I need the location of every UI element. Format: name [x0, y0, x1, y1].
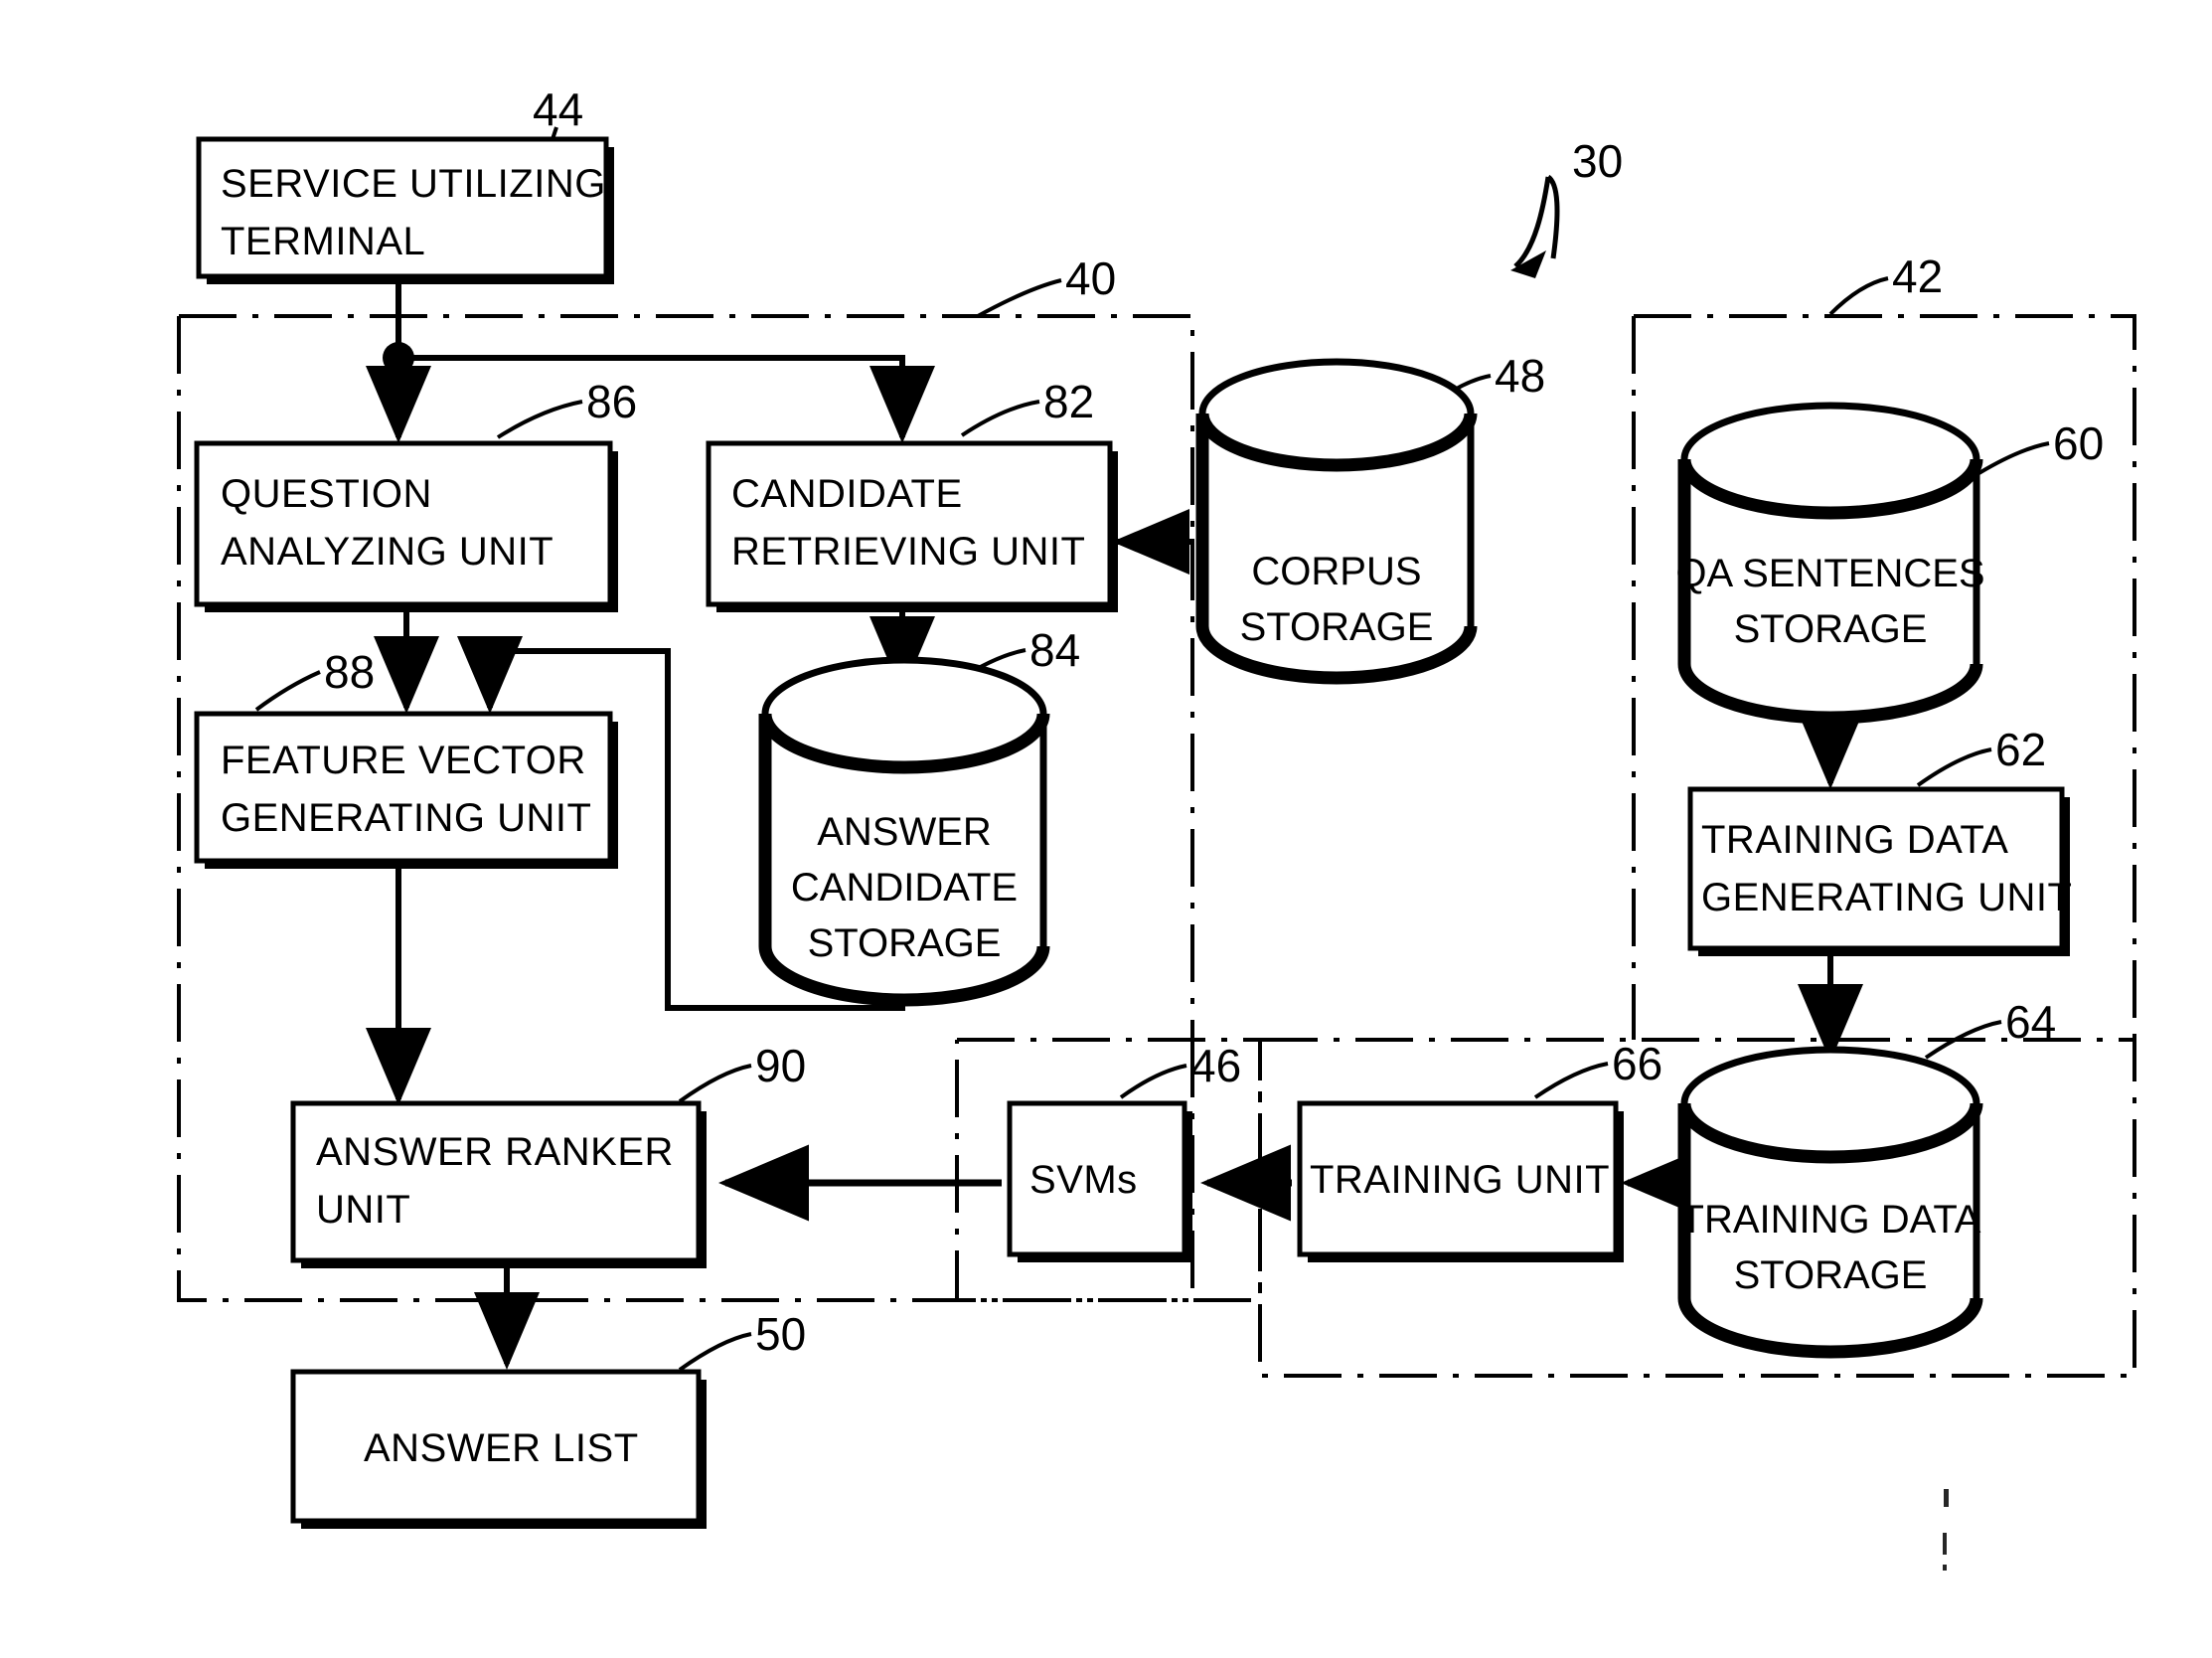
- block-candidate-retrieving-unit[interactable]: [706, 440, 1118, 612]
- ref-number-88: 88: [324, 646, 375, 698]
- ref-number-66: 66: [1612, 1038, 1662, 1089]
- leader-66: [1533, 1062, 1609, 1099]
- label-training-data-generating-unit-line1: TRAINING DATA: [1701, 818, 2008, 862]
- label-candidate-retrieving-unit-line2: RETRIEVING UNIT: [731, 530, 1085, 574]
- label-question-analyzing-unit-line1: QUESTION: [221, 472, 432, 516]
- label-answer-ranker-unit-line2: UNIT: [316, 1188, 410, 1232]
- block-answer-ranker-unit[interactable]: [290, 1100, 707, 1268]
- ref-number-82: 82: [1043, 376, 1094, 427]
- label-candidate-retrieving-unit-line1: CANDIDATE: [731, 472, 963, 516]
- block-training-data-generating-unit[interactable]: [1687, 786, 2070, 956]
- block-feature-vector-generating-unit[interactable]: [194, 711, 618, 869]
- ref-number-40: 40: [1065, 252, 1116, 304]
- link-junction-candidate: [398, 355, 935, 443]
- scan-artifact: [1943, 1489, 1949, 1571]
- label-answer-list: ANSWER LIST: [364, 1426, 639, 1470]
- label-corpus-storage-line1: CORPUS: [1251, 550, 1421, 593]
- ref-number-50: 50: [755, 1308, 806, 1360]
- label-answer-candidate-storage-line2: CANDIDATE: [791, 866, 1018, 910]
- label-qa-sentences-storage-line1: QA SENTENCES: [1675, 552, 1984, 595]
- ref-number-60: 60: [2053, 417, 2104, 469]
- leader-46: [1119, 1064, 1187, 1099]
- leader-42: [1828, 276, 1889, 316]
- leader-82: [960, 400, 1040, 437]
- label-feature-vector-generating-unit-line1: FEATURE VECTOR: [221, 739, 586, 782]
- ref-number-42: 42: [1892, 250, 1943, 302]
- block-question-analyzing-unit[interactable]: [194, 440, 618, 612]
- label-feature-vector-generating-unit-line2: GENERATING UNIT: [221, 796, 591, 840]
- label-answer-candidate-storage-line1: ANSWER: [817, 810, 992, 854]
- ref-number-90: 90: [755, 1040, 806, 1091]
- label-service-utilizing-terminal-line1: SERVICE UTILIZING: [221, 162, 606, 206]
- ref-number-62: 62: [1995, 724, 2046, 775]
- ref-number-46: 46: [1190, 1040, 1241, 1091]
- leader-86: [496, 400, 583, 439]
- leader-60: [1971, 441, 2050, 479]
- leader-88: [254, 670, 321, 712]
- leader-62: [1916, 747, 1992, 787]
- leader-40: [977, 278, 1062, 318]
- ref-number-44: 44: [533, 83, 583, 135]
- label-answer-ranker-unit-line1: ANSWER RANKER: [316, 1130, 674, 1174]
- label-training-data-storage-line2: STORAGE: [1734, 1253, 1928, 1297]
- label-answer-candidate-storage-line3: STORAGE: [808, 921, 1002, 965]
- label-training-unit: TRAINING UNIT: [1310, 1158, 1610, 1202]
- ref-number-64: 64: [2005, 996, 2056, 1048]
- ref-number-48: 48: [1495, 350, 1545, 402]
- label-corpus-storage-line2: STORAGE: [1240, 605, 1434, 649]
- label-training-data-generating-unit-line2: GENERATING UNIT: [1701, 876, 2072, 919]
- figure-canvas: SERVICE UTILIZING TERMINAL QUESTION ANAL…: [0, 0, 2212, 1658]
- ref-number-86: 86: [586, 376, 637, 427]
- label-service-utilizing-terminal-line2: TERMINAL: [221, 220, 425, 263]
- label-qa-sentences-storage-line2: STORAGE: [1734, 607, 1928, 651]
- label-question-analyzing-unit-line2: ANALYZING UNIT: [221, 530, 553, 574]
- ref-number-30: 30: [1572, 135, 1623, 187]
- label-svms: SVMs: [1029, 1158, 1138, 1202]
- leader-90: [678, 1064, 752, 1103]
- leader-30: [1546, 174, 1560, 259]
- leader-50: [678, 1332, 752, 1372]
- label-training-data-storage-line1: TRAINING DATA: [1680, 1198, 1981, 1242]
- ref-number-84: 84: [1029, 624, 1080, 676]
